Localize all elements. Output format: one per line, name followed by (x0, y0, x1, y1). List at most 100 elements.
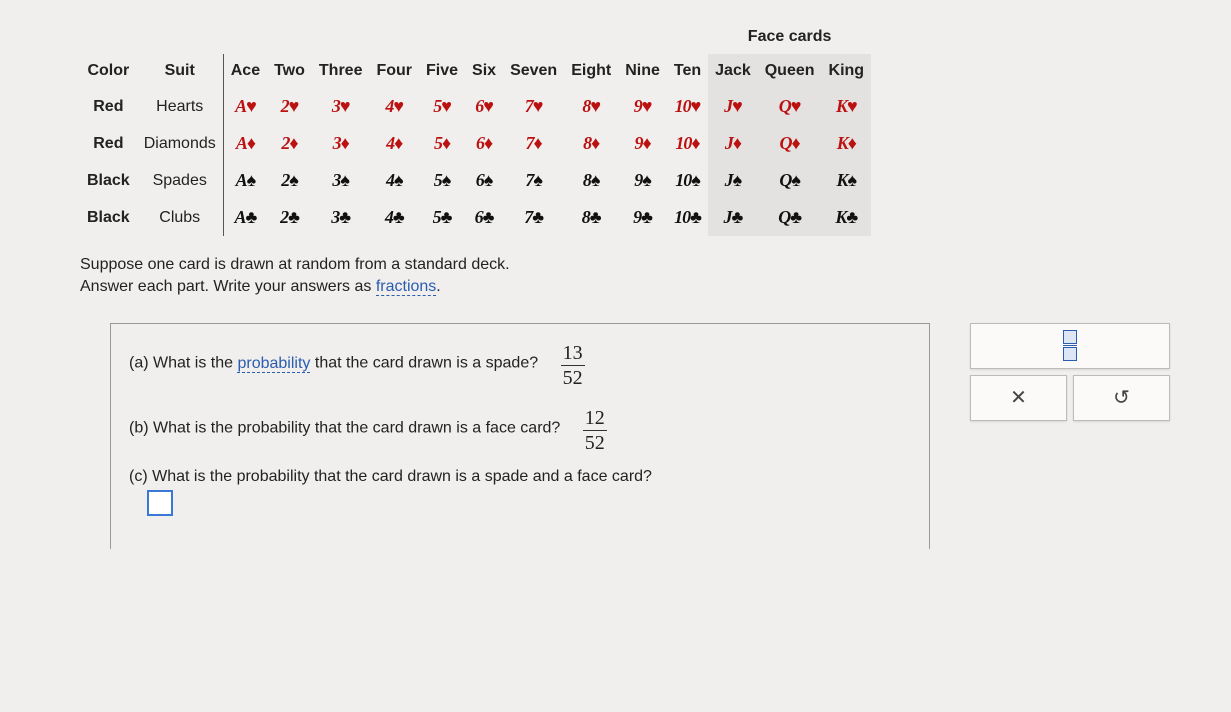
row-color: Black (80, 162, 137, 199)
row-color: Black (80, 199, 137, 236)
hdr-color: Color (80, 54, 137, 88)
question-b: (b) What is the probability that the car… (129, 403, 911, 454)
card-cell: 3♠ (312, 162, 370, 199)
card-cell: 9♦ (618, 125, 667, 162)
fraction-icon (1063, 329, 1077, 362)
card-cell: 2♠ (267, 162, 312, 199)
deck-table: Face cards Color Suit Ace Two Three Four… (80, 20, 871, 236)
card-cell: A♦ (223, 125, 267, 162)
card-cell: 8♠ (564, 162, 618, 199)
card-cell: K♥ (822, 88, 872, 125)
card-cell: 4♣ (369, 199, 419, 236)
qa-label-a: (a) What is the (129, 355, 237, 372)
card-cell: 4♦ (369, 125, 419, 162)
question-c: (c) What is the probability that the car… (129, 468, 911, 521)
card-cell: 8♦ (564, 125, 618, 162)
card-cell: Q♦ (758, 125, 822, 162)
card-cell: 6♦ (465, 125, 503, 162)
card-cell: 10♠ (667, 162, 708, 199)
toolbar: ✕ ↺ (970, 323, 1180, 427)
card-cell: J♣ (708, 199, 758, 236)
fraction-tool-button[interactable] (970, 323, 1170, 369)
card-cell: 2♥ (267, 88, 312, 125)
answer-a-fraction: 13 52 (561, 342, 585, 389)
answer-b-den: 52 (583, 432, 607, 454)
card-cell: 10♦ (667, 125, 708, 162)
hdr-six: Six (465, 54, 503, 88)
prompt-line1: Suppose one card is drawn at random from… (80, 256, 510, 273)
card-cell: A♣ (223, 199, 267, 236)
card-cell: 5♠ (419, 162, 465, 199)
answer-a-den: 52 (561, 367, 585, 389)
undo-button[interactable]: ↺ (1073, 375, 1170, 421)
card-cell: 7♦ (503, 125, 564, 162)
card-cell: K♣ (822, 199, 872, 236)
hdr-four: Four (369, 54, 419, 88)
card-cell: 5♦ (419, 125, 465, 162)
answer-box: (a) What is the probability that the car… (110, 323, 930, 549)
card-cell: Q♠ (758, 162, 822, 199)
prompt-line2a: Answer each part. Write your answers as (80, 278, 376, 295)
card-cell: 4♠ (369, 162, 419, 199)
row-suit: Diamonds (137, 125, 224, 162)
question-a: (a) What is the probability that the car… (129, 338, 911, 389)
card-cell: Q♥ (758, 88, 822, 125)
hdr-five: Five (419, 54, 465, 88)
card-cell: 3♣ (312, 199, 370, 236)
prompt-line2b: . (436, 278, 440, 295)
card-cell: Q♣ (758, 199, 822, 236)
hdr-jack: Jack (708, 54, 758, 88)
face-cards-title: Face cards (708, 20, 871, 54)
card-cell: 5♣ (419, 199, 465, 236)
card-cell: 7♥ (503, 88, 564, 125)
hdr-ten: Ten (667, 54, 708, 88)
card-cell: A♥ (223, 88, 267, 125)
deck-header-row: Color Suit Ace Two Three Four Five Six S… (80, 54, 871, 88)
hdr-ace: Ace (223, 54, 267, 88)
card-cell: J♦ (708, 125, 758, 162)
probability-link[interactable]: probability (237, 355, 310, 373)
deck-row: RedHeartsA♥2♥3♥4♥5♥6♥7♥8♥9♥10♥J♥Q♥K♥ (80, 88, 871, 125)
card-cell: 2♦ (267, 125, 312, 162)
clear-button[interactable]: ✕ (970, 375, 1067, 421)
card-cell: 10♣ (667, 199, 708, 236)
prompt-text: Suppose one card is drawn at random from… (80, 254, 1191, 299)
qc-label: (c) What is the probability that the car… (129, 468, 652, 485)
hdr-nine: Nine (618, 54, 667, 88)
card-cell: 4♥ (369, 88, 419, 125)
card-cell: 3♦ (312, 125, 370, 162)
card-cell: 10♥ (667, 88, 708, 125)
card-cell: 7♠ (503, 162, 564, 199)
answer-c-input[interactable] (147, 490, 173, 516)
card-cell: 3♥ (312, 88, 370, 125)
row-color: Red (80, 125, 137, 162)
answer-b-fraction: 12 52 (583, 407, 607, 454)
undo-icon: ↺ (1113, 385, 1130, 410)
hdr-king: King (822, 54, 872, 88)
fractions-link[interactable]: fractions (376, 278, 436, 296)
qb-label: (b) What is the probability that the car… (129, 420, 560, 437)
card-cell: 5♥ (419, 88, 465, 125)
hdr-eight: Eight (564, 54, 618, 88)
card-cell: J♠ (708, 162, 758, 199)
qa-label-b: that the card drawn is a spade? (310, 355, 538, 372)
card-cell: 8♥ (564, 88, 618, 125)
hdr-three: Three (312, 54, 370, 88)
x-icon: ✕ (1010, 385, 1027, 410)
card-cell: 6♠ (465, 162, 503, 199)
row-suit: Clubs (137, 199, 224, 236)
card-cell: 7♣ (503, 199, 564, 236)
card-cell: 6♥ (465, 88, 503, 125)
deck-row: BlackSpadesA♠2♠3♠4♠5♠6♠7♠8♠9♠10♠J♠Q♠K♠ (80, 162, 871, 199)
card-cell: 2♣ (267, 199, 312, 236)
card-cell: K♦ (822, 125, 872, 162)
card-cell: 9♣ (618, 199, 667, 236)
deck-row: RedDiamondsA♦2♦3♦4♦5♦6♦7♦8♦9♦10♦J♦Q♦K♦ (80, 125, 871, 162)
card-cell: 6♣ (465, 199, 503, 236)
answer-a-num: 13 (561, 342, 585, 364)
card-cell: A♠ (223, 162, 267, 199)
card-cell: 8♣ (564, 199, 618, 236)
hdr-queen: Queen (758, 54, 822, 88)
hdr-suit: Suit (137, 54, 224, 88)
deck-row: BlackClubsA♣2♣3♣4♣5♣6♣7♣8♣9♣10♣J♣Q♣K♣ (80, 199, 871, 236)
